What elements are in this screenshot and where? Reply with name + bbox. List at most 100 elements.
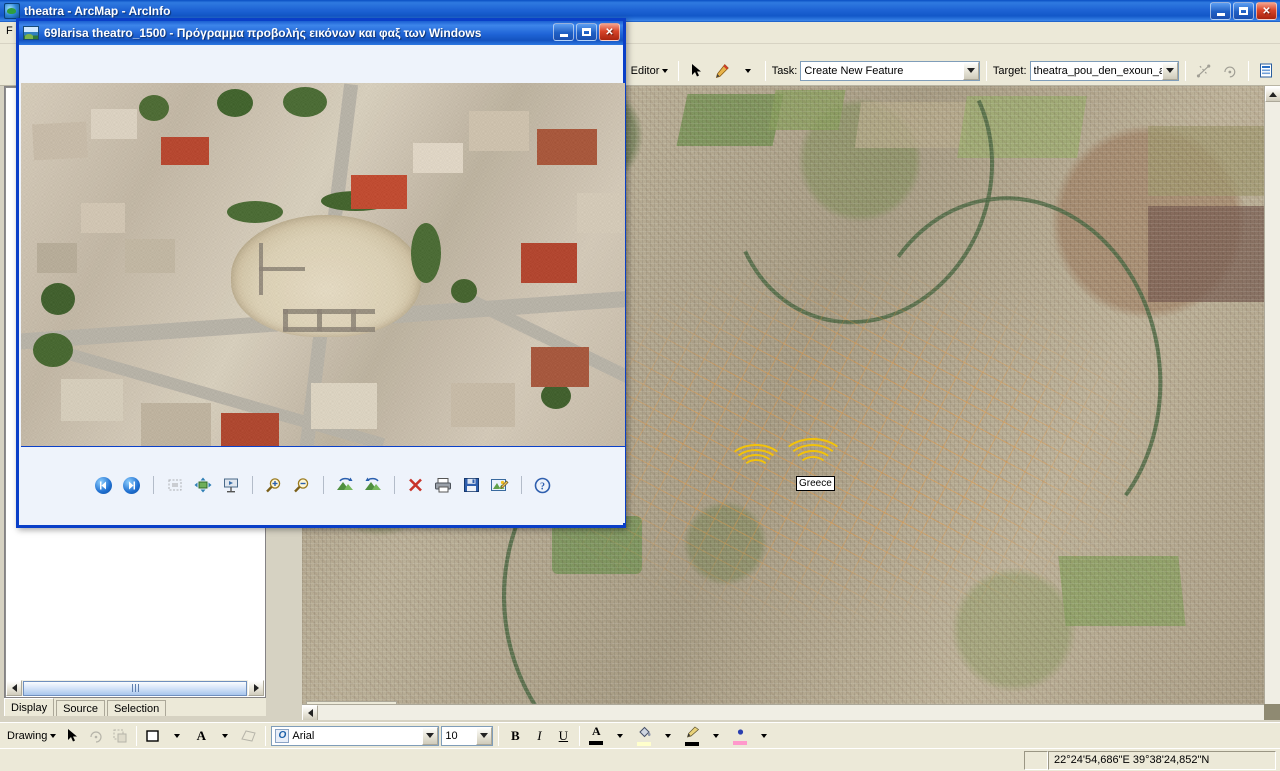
font-size-combobox[interactable]: 10 — [441, 725, 494, 746]
italic-button[interactable]: I — [528, 725, 550, 747]
graphics-icon — [113, 729, 127, 742]
tab-source[interactable]: Source — [56, 700, 105, 716]
toolbar-separator — [498, 725, 500, 746]
viewer-close-button[interactable]: ✕ — [599, 23, 620, 41]
marker-color-icon — [737, 728, 743, 735]
menu-item-file[interactable]: F — [6, 25, 13, 37]
scroll-up-arrow[interactable] — [1265, 86, 1280, 102]
font-name-combobox[interactable]: O Arial — [271, 725, 440, 746]
map-theatre-feature[interactable] — [727, 444, 787, 478]
picture-viewer-window[interactable]: 69larisa theatro_1500 - Πρόγραμμα προβολ… — [16, 18, 626, 528]
line-color-button[interactable] — [681, 726, 703, 746]
toolbar-separator — [1248, 60, 1249, 81]
toolbar-separator — [152, 476, 154, 494]
drawing-menu-button[interactable]: Drawing — [4, 725, 59, 747]
rotate-clockwise-button[interactable] — [333, 473, 357, 497]
scroll-left-arrow[interactable] — [302, 705, 318, 720]
rotate-element-button — [85, 725, 107, 747]
tab-display[interactable]: Display — [4, 698, 55, 716]
transparency-icon — [241, 729, 257, 742]
chevron-down-icon[interactable] — [1161, 61, 1178, 80]
arcmap-close-button[interactable]: ✕ — [1256, 2, 1277, 20]
chevron-down-icon[interactable] — [476, 726, 493, 745]
tab-selection[interactable]: Selection — [106, 700, 167, 716]
status-spacer-cell — [1024, 750, 1048, 770]
drawing-menu-label: Drawing — [7, 729, 48, 742]
fill-color-swatch — [637, 741, 652, 746]
rotate-ccw-icon — [364, 477, 381, 490]
edit-image-button[interactable] — [488, 473, 512, 497]
viewer-minimize-button[interactable] — [553, 23, 574, 41]
zoom-in-button[interactable] — [262, 473, 286, 497]
chevron-down-icon — [174, 733, 181, 738]
target-combobox[interactable]: theatra_pou_den_exoun_anask — [1029, 60, 1179, 81]
toc-scroll-left-arrow[interactable] — [6, 680, 22, 696]
drawing-toolbar: Drawing A O Arial 10 B I U A — [0, 722, 1280, 748]
font-color-button[interactable]: A — [585, 725, 607, 746]
chevron-down-icon — [50, 733, 57, 738]
save-as-button[interactable] — [460, 473, 484, 497]
bold-button[interactable]: B — [504, 725, 526, 747]
underline-button[interactable]: U — [552, 725, 574, 747]
transparency-button — [238, 725, 260, 747]
chevron-down-icon[interactable] — [422, 726, 439, 745]
zoom-out-button[interactable] — [290, 473, 314, 497]
chevron-down-icon — [662, 68, 669, 73]
line-color-dropdown[interactable] — [705, 725, 727, 747]
new-rectangle-button[interactable] — [142, 725, 164, 747]
sketch-tool-dropdown[interactable] — [737, 60, 759, 82]
toc-tab-bar[interactable]: Display Source Selection — [4, 698, 266, 716]
print-button[interactable] — [432, 473, 456, 497]
help-button[interactable]: ? — [531, 473, 555, 497]
text-dropdown[interactable] — [214, 725, 236, 747]
arcmap-globe-icon — [4, 3, 20, 19]
magnifier-minus-icon — [293, 477, 308, 492]
arcmap-restore-button[interactable] — [1233, 2, 1254, 20]
font-color-dropdown[interactable] — [609, 725, 631, 747]
svg-text:?: ? — [540, 481, 545, 492]
sketch-tool-button[interactable] — [710, 60, 734, 82]
fill-color-button[interactable] — [633, 726, 655, 746]
font-icon: O — [275, 728, 290, 743]
editor-menu-button[interactable]: Editor — [627, 60, 672, 82]
status-coordinates: 22°24'54,686"E 39°38'24,852"N — [1048, 750, 1276, 770]
marker-color-dropdown[interactable] — [753, 725, 775, 747]
toc-scroll-thumb[interactable] — [23, 680, 247, 696]
map-horizontal-scrollbar[interactable] — [302, 704, 1264, 720]
task-combobox[interactable]: Create New Feature — [800, 60, 980, 81]
fill-color-dropdown[interactable] — [657, 725, 679, 747]
map-theatre-feature[interactable] — [780, 438, 848, 478]
previous-image-button[interactable] — [92, 473, 116, 497]
font-color-swatch — [589, 741, 604, 745]
next-image-button[interactable] — [120, 473, 144, 497]
viewer-image-canvas[interactable] — [21, 83, 625, 448]
delete-button[interactable] — [404, 473, 428, 497]
actual-size-button[interactable] — [191, 473, 215, 497]
toc-scroll-right-arrow[interactable] — [248, 680, 264, 696]
aerial-photo-larisa-theatre — [21, 83, 625, 446]
toc-horizontal-scrollbar[interactable] — [6, 680, 264, 696]
rotate-tool-icon — [1224, 66, 1236, 77]
viewer-title-bar: 69larisa theatro_1500 - Πρόγραμμα προβολ… — [19, 21, 623, 45]
chevron-down-icon — [761, 733, 768, 738]
chevron-down-icon — [617, 733, 624, 738]
attributes-icon — [1260, 63, 1272, 78]
fill-color-icon — [639, 726, 651, 737]
shape-dropdown[interactable] — [166, 725, 188, 747]
edit-tool-button[interactable] — [685, 60, 707, 82]
chevron-down-icon[interactable] — [962, 61, 979, 80]
toolbar-separator — [764, 60, 766, 81]
start-slideshow-button[interactable] — [219, 473, 243, 497]
select-elements-button[interactable] — [61, 725, 83, 747]
arcmap-minimize-button[interactable] — [1210, 2, 1231, 20]
new-text-button[interactable]: A — [190, 725, 212, 747]
underline-label: U — [558, 727, 569, 743]
pencil-icon — [715, 63, 729, 78]
toolbar-separator — [985, 60, 987, 81]
map-vertical-scrollbar[interactable] — [1264, 86, 1280, 704]
attributes-button[interactable] — [1255, 60, 1277, 82]
map-feature-label: Greece — [796, 476, 835, 491]
viewer-maximize-button[interactable] — [576, 23, 597, 41]
marker-color-button[interactable] — [729, 726, 751, 746]
rotate-counterclockwise-button[interactable] — [361, 473, 385, 497]
